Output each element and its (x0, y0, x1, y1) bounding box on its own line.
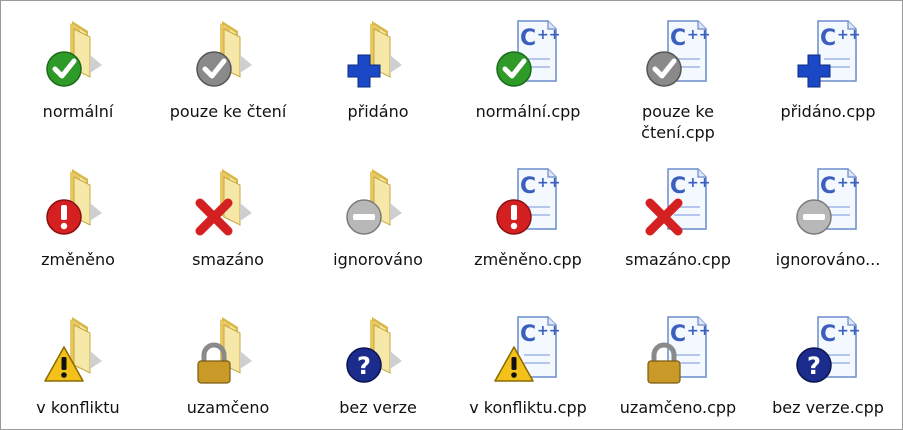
item-cpp-ignored[interactable]: C ++ ignorováno... (753, 163, 902, 270)
item-label: pouze ke čtení (169, 102, 287, 121)
svg-text:?: ? (357, 352, 371, 380)
svg-text:++: ++ (687, 27, 710, 43)
folder-modified-icon (38, 163, 118, 243)
item-label: normální.cpp (475, 102, 581, 121)
svg-text:++: ++ (537, 323, 560, 339)
svg-text:++: ++ (837, 323, 860, 339)
cpp-file-locked-icon: C ++ (638, 311, 718, 391)
item-folder-unversioned[interactable]: ? bez verze (303, 311, 453, 418)
cpp-file-ignored-icon: C ++ (788, 163, 868, 243)
item-cpp-normal[interactable]: C ++ normální.cpp (453, 15, 603, 122)
svg-text:C: C (520, 174, 536, 199)
svg-text:C: C (670, 26, 686, 51)
cpp-file-modified-icon: C ++ (488, 163, 568, 243)
item-label: v konfliktu.cpp (469, 398, 587, 417)
item-label: smazáno.cpp (625, 250, 731, 269)
svg-text:C: C (520, 322, 536, 347)
item-folder-deleted[interactable]: smazáno (153, 163, 303, 270)
svg-text:++: ++ (687, 175, 710, 191)
item-label: změněno (41, 250, 115, 269)
cpp-file-conflict-icon: C ++ (488, 311, 568, 391)
item-label: ignorováno (333, 250, 423, 269)
svg-text:++: ++ (837, 27, 860, 43)
svg-text:C: C (820, 26, 836, 51)
folder-readonly-icon (188, 15, 268, 95)
item-cpp-modified[interactable]: C ++ změněno.cpp (453, 163, 603, 270)
item-label: uzamčeno (186, 398, 270, 417)
svg-text:++: ++ (537, 175, 560, 191)
item-label: smazáno (192, 250, 264, 269)
item-folder-locked[interactable]: uzamčeno (153, 311, 303, 418)
item-cpp-added[interactable]: C ++ přidáno.cpp (753, 15, 902, 122)
item-folder-readonly[interactable]: pouze ke čtení (153, 15, 303, 122)
item-cpp-readonly[interactable]: C ++ pouze ke čtení.cpp (603, 15, 753, 143)
folder-added-icon (338, 15, 418, 95)
item-label: bez verze.cpp (772, 398, 884, 417)
item-label: bez verze (339, 398, 417, 417)
item-folder-ignored[interactable]: ignorováno (303, 163, 453, 270)
folder-normal-icon (38, 15, 118, 95)
item-folder-added[interactable]: přidáno (303, 15, 453, 122)
item-cpp-unversioned[interactable]: C ++ ? bez verze.cpp (753, 311, 902, 418)
item-label: změněno.cpp (474, 250, 582, 269)
cpp-file-normal-icon: C ++ (488, 15, 568, 95)
item-label: přidáno (347, 102, 409, 121)
item-folder-conflict[interactable]: v konfliktu (3, 311, 153, 418)
item-folder-normal[interactable]: normální (3, 15, 153, 122)
folder-unversioned-icon: ? (338, 311, 418, 391)
svg-text:?: ? (807, 352, 821, 380)
svg-text:C: C (670, 174, 686, 199)
item-label: pouze ke čtení.cpp (641, 102, 715, 142)
item-label: ignorováno... (775, 250, 881, 269)
cpp-file-readonly-icon: C ++ (638, 15, 718, 95)
svg-text:C: C (670, 322, 686, 347)
svg-text:C: C (820, 174, 836, 199)
svg-text:++: ++ (837, 175, 860, 191)
item-label: uzamčeno.cpp (619, 398, 737, 417)
item-folder-modified[interactable]: změněno (3, 163, 153, 270)
svg-text:++: ++ (537, 27, 560, 43)
folder-conflict-icon (38, 311, 118, 391)
svg-text:C: C (820, 322, 836, 347)
item-label: normální (42, 102, 114, 121)
file-icon-view: normální pouze ke čtení přidáno C ++ nor… (0, 0, 903, 430)
cpp-file-added-icon: C ++ (788, 15, 868, 95)
item-cpp-locked[interactable]: C ++ uzamčeno.cpp (603, 311, 753, 418)
cpp-file-unversioned-icon: C ++ ? (788, 311, 868, 391)
cpp-file-deleted-icon: C ++ (638, 163, 718, 243)
folder-deleted-icon (188, 163, 268, 243)
svg-text:C: C (520, 26, 536, 51)
svg-text:++: ++ (687, 323, 710, 339)
item-cpp-deleted[interactable]: C ++ smazáno.cpp (603, 163, 753, 270)
folder-locked-icon (188, 311, 268, 391)
folder-ignored-icon (338, 163, 418, 243)
item-label: v konfliktu (36, 398, 120, 417)
item-cpp-conflict[interactable]: C ++ v konfliktu.cpp (453, 311, 603, 418)
item-label: přidáno.cpp (780, 102, 876, 121)
